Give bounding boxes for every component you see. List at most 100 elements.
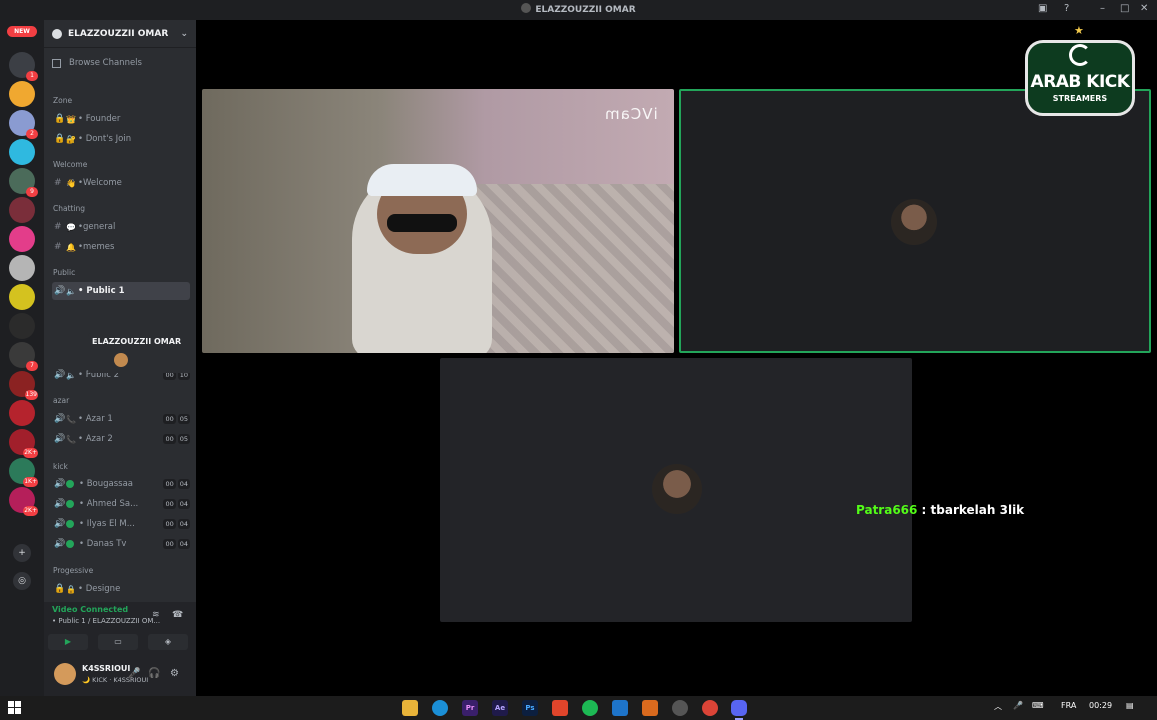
channel-item[interactable]: 🔊 • Ilyas El M... 00 04 bbox=[52, 515, 190, 533]
server-icon[interactable] bbox=[9, 400, 35, 426]
edge-icon[interactable] bbox=[432, 700, 448, 716]
voice-status: Video Connected bbox=[52, 605, 129, 614]
voice-channel-icon: 🔊 bbox=[54, 370, 66, 380]
category-public[interactable]: Public bbox=[53, 268, 75, 277]
user-limit-count: 00 bbox=[163, 414, 176, 424]
minimize-button[interactable]: – bbox=[1100, 3, 1105, 14]
status-dot-icon bbox=[66, 480, 74, 488]
channel-item[interactable]: 🔊 🔈 • Public 1 bbox=[52, 282, 190, 300]
text-channel-icon: # bbox=[54, 222, 62, 232]
channel-item[interactable]: 🔊 • Ahmed Sa... 00 04 bbox=[52, 495, 190, 513]
browse-icon bbox=[52, 58, 61, 68]
obs-icon[interactable] bbox=[672, 700, 688, 716]
vscode-icon[interactable] bbox=[612, 700, 628, 716]
channel-item[interactable]: 🔒 👑 • Founder bbox=[52, 110, 190, 128]
premiere-icon[interactable]: Pr bbox=[462, 700, 478, 716]
server-icon bbox=[521, 3, 532, 13]
server-icon[interactable]: 139 bbox=[9, 371, 38, 400]
help-icon[interactable]: ? bbox=[1064, 3, 1069, 14]
tray-mic-icon[interactable]: 🎤 bbox=[1013, 701, 1023, 710]
user-limit-count: 00 bbox=[163, 479, 176, 489]
noise-suppression-icon[interactable]: ≋ bbox=[152, 610, 160, 620]
server-icon[interactable]: 2 bbox=[9, 110, 38, 139]
guild-header[interactable]: ELAZZOUZZII OMAR ⌄ bbox=[44, 20, 196, 48]
user-avatar[interactable] bbox=[54, 663, 76, 685]
channel-item[interactable]: # 💬 •general bbox=[52, 218, 190, 236]
channel-name: • Azar 1 bbox=[78, 414, 113, 424]
channel-item[interactable]: # 👋 •Welcome bbox=[52, 174, 190, 192]
channel-item[interactable]: 🔒 🔒 • Designe bbox=[52, 580, 190, 598]
channel-item[interactable]: 🔒 🔐 • Dont's Join bbox=[52, 130, 190, 148]
chrome-icon[interactable] bbox=[702, 700, 718, 716]
add-server-icon[interactable]: + bbox=[13, 544, 31, 562]
explore-icon[interactable]: ◎ bbox=[13, 572, 31, 590]
channel-item[interactable]: 🔊 📞 • Azar 2 00 05 bbox=[52, 430, 190, 448]
disconnect-icon[interactable]: ☎ bbox=[172, 610, 183, 620]
chat-overlay-message: Patra666 : tbarkelah 3lik bbox=[856, 503, 1024, 517]
keyboard-icon[interactable]: ⌨ bbox=[1032, 701, 1044, 710]
file-explorer-icon[interactable] bbox=[402, 700, 418, 716]
server-icon[interactable]: 2K+ bbox=[9, 487, 38, 516]
activity-button[interactable]: ◈ bbox=[148, 634, 188, 650]
user-limit-count: 00 bbox=[163, 499, 176, 509]
settings-gear-icon[interactable]: ⚙ bbox=[170, 668, 179, 679]
participant-avatar bbox=[652, 464, 702, 514]
channel-item[interactable]: 🔊 • Danas Tv 00 04 bbox=[52, 535, 190, 553]
screen-share-button[interactable]: ▭ bbox=[98, 634, 138, 650]
channel-emoji-icon: 📞 bbox=[66, 414, 76, 424]
server-icon[interactable] bbox=[9, 197, 35, 223]
voice-user-popup[interactable]: ELAZZOUZZII OMAR bbox=[88, 333, 196, 373]
spotify-icon[interactable] bbox=[582, 700, 598, 716]
server-icon[interactable] bbox=[9, 255, 35, 281]
server-icon[interactable]: 2K+ bbox=[9, 429, 38, 458]
category-welcome[interactable]: Welcome bbox=[53, 160, 87, 169]
vlc-icon[interactable] bbox=[642, 700, 658, 716]
channel-item[interactable]: 🔊 📞 • Azar 1 00 05 bbox=[52, 410, 190, 428]
server-icon[interactable] bbox=[9, 226, 35, 252]
voice-channel-icon: 🔊 bbox=[54, 519, 66, 529]
brave-icon[interactable] bbox=[552, 700, 568, 716]
category-zone[interactable]: Zone bbox=[53, 96, 72, 105]
participant-avatar bbox=[891, 199, 937, 245]
inbox-icon[interactable]: ▣ bbox=[1038, 3, 1047, 14]
notifications-icon[interactable]: ▤ bbox=[1126, 701, 1134, 710]
maximize-button[interactable]: □ bbox=[1120, 3, 1129, 14]
participant-tile[interactable] bbox=[440, 358, 912, 622]
category-progessive[interactable]: Progessive bbox=[53, 566, 93, 575]
guild-icon bbox=[52, 28, 62, 39]
browse-channels[interactable]: Browse Channels bbox=[52, 58, 142, 68]
title-bar: ELAZZOUZZII OMAR ▣ ? – □ ✕ bbox=[0, 0, 1157, 20]
channel-item[interactable]: 🔊 • Bougassaa 00 04 bbox=[52, 475, 190, 493]
server-icon[interactable]: 9 bbox=[9, 168, 38, 197]
server-icon[interactable]: 1 bbox=[9, 52, 38, 81]
category-azar[interactable]: azar bbox=[53, 396, 69, 405]
after-effects-icon[interactable]: Ae bbox=[492, 700, 508, 716]
participant-tile-speaking[interactable] bbox=[679, 89, 1151, 353]
server-icon[interactable] bbox=[9, 81, 35, 107]
server-icon[interactable] bbox=[9, 313, 35, 339]
tray-expand-icon[interactable]: ︿ bbox=[994, 701, 1002, 712]
channel-name: • Ahmed Sa... bbox=[79, 499, 139, 509]
camera-button[interactable]: ▶ bbox=[48, 634, 88, 650]
category-kick[interactable]: kick bbox=[53, 462, 68, 471]
server-icon[interactable] bbox=[9, 139, 35, 165]
language-indicator[interactable]: FRA bbox=[1061, 701, 1076, 710]
discord-icon[interactable] bbox=[731, 700, 747, 720]
server-icon[interactable]: 1K+ bbox=[9, 458, 38, 487]
windows-start-icon[interactable] bbox=[8, 701, 21, 714]
headphones-icon[interactable]: 🎧 bbox=[148, 668, 160, 679]
channel-sidebar: ELAZZOUZZII OMAR ⌄ Browse Channels Zone 🔒… bbox=[44, 20, 196, 696]
channel-item[interactable]: # 🔔 •memes bbox=[52, 238, 190, 256]
category-chatting[interactable]: Chatting bbox=[53, 204, 85, 213]
voice-channel-icon: 🔊 bbox=[54, 434, 66, 444]
server-icon[interactable] bbox=[9, 284, 35, 310]
clock[interactable]: 00:29 bbox=[1089, 701, 1112, 710]
server-list: NEW 1 2 9 7 139 2K+ 1K+ 2K+ + ◎ bbox=[0, 20, 44, 696]
server-icon[interactable]: 7 bbox=[9, 342, 38, 371]
chevron-down-icon: ⌄ bbox=[180, 28, 188, 39]
channel-name: • Azar 2 bbox=[78, 434, 113, 444]
close-button[interactable]: ✕ bbox=[1140, 3, 1148, 14]
photoshop-icon[interactable]: Ps bbox=[522, 700, 538, 716]
camera-tile[interactable]: iVCam bbox=[202, 89, 674, 353]
microphone-icon[interactable]: 🎤 bbox=[128, 668, 140, 679]
